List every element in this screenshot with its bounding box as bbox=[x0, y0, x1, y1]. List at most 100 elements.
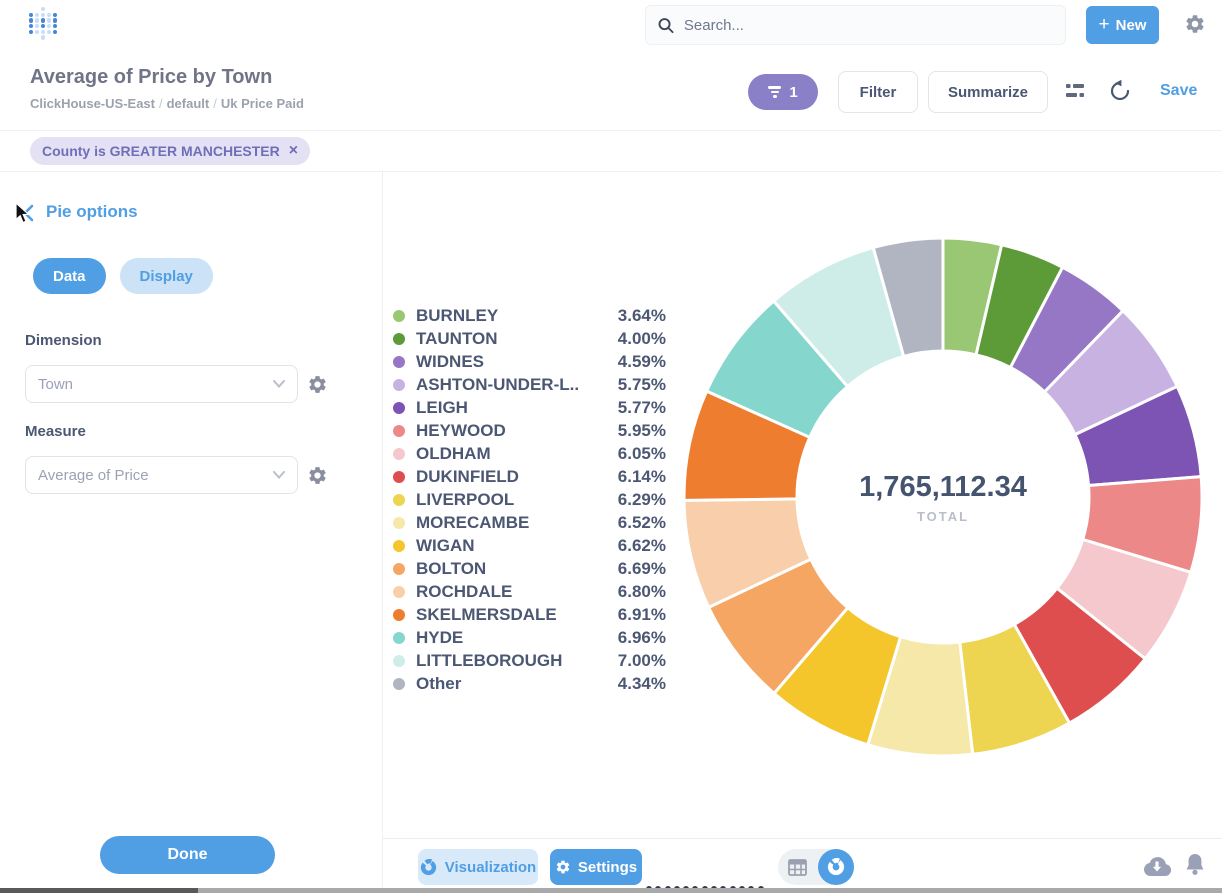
legend-label: ASHTON-UNDER-L.. bbox=[416, 375, 579, 395]
sidebar-title: Pie options bbox=[46, 202, 138, 222]
new-button[interactable]: + New bbox=[1086, 6, 1159, 44]
search-input[interactable] bbox=[684, 17, 1053, 34]
legend-percent: 4.34% bbox=[618, 674, 666, 694]
admin-gear-button[interactable] bbox=[1184, 13, 1206, 35]
dimension-select[interactable]: Town bbox=[25, 365, 298, 403]
gear-icon bbox=[555, 859, 571, 875]
filter-count-badge[interactable]: 1 bbox=[748, 74, 818, 110]
legend-label: LITTLEBOROUGH bbox=[416, 651, 562, 671]
settings-button[interactable]: Settings bbox=[550, 849, 642, 885]
dimension-label: Dimension bbox=[25, 332, 102, 349]
summarize-button[interactable]: Summarize bbox=[928, 71, 1048, 113]
legend-item[interactable]: LEIGH5.77% bbox=[393, 396, 666, 419]
legend-item[interactable]: WIGAN6.62% bbox=[393, 534, 666, 557]
filter-chip[interactable]: County is GREATER MANCHESTER × bbox=[30, 137, 310, 165]
legend-percent: 5.77% bbox=[618, 398, 666, 418]
legend-item[interactable]: LITTLEBOROUGH7.00% bbox=[393, 649, 666, 672]
measure-settings-button[interactable] bbox=[306, 464, 328, 486]
filter-chip-row: County is GREATER MANCHESTER × bbox=[0, 130, 1222, 172]
legend-item[interactable]: WIDNES4.59% bbox=[393, 350, 666, 373]
table-view-button[interactable] bbox=[778, 859, 816, 876]
search-bar[interactable] bbox=[645, 5, 1066, 45]
download-button[interactable] bbox=[1143, 855, 1171, 877]
legend-label: HEYWOOD bbox=[416, 421, 506, 441]
legend-item[interactable]: BOLTON 6.69% bbox=[393, 557, 666, 580]
legend-dot bbox=[393, 402, 405, 414]
legend-item[interactable]: SKELMERSDALE6.91% bbox=[393, 603, 666, 626]
dimension-settings-button[interactable] bbox=[306, 373, 328, 395]
legend-dot bbox=[393, 494, 405, 506]
legend-label: DUKINFIELD bbox=[416, 467, 519, 487]
legend-percent: 6.96% bbox=[618, 628, 666, 648]
legend-item[interactable]: ASHTON-UNDER-L.. 5.75% bbox=[393, 373, 666, 396]
list-icon bbox=[1064, 80, 1086, 102]
done-button[interactable]: Done bbox=[100, 836, 275, 874]
filter-count: 1 bbox=[789, 84, 797, 101]
breadcrumb-database[interactable]: ClickHouse-US-East bbox=[30, 96, 155, 111]
refresh-icon bbox=[1108, 79, 1132, 103]
settings-label: Settings bbox=[578, 859, 637, 876]
tab-data[interactable]: Data bbox=[33, 258, 106, 294]
metabase-logo[interactable] bbox=[28, 7, 58, 43]
legend-dot bbox=[393, 609, 405, 621]
legend-item[interactable]: HYDE 6.96% bbox=[393, 626, 666, 649]
pie-chart-icon bbox=[827, 858, 845, 876]
legend-item[interactable]: DUKINFIELD 6.14% bbox=[393, 465, 666, 488]
legend-dot bbox=[393, 448, 405, 460]
pie-options-sidebar: Pie options Data Display Dimension Town … bbox=[0, 172, 383, 893]
scrollbar-thumb[interactable] bbox=[0, 888, 198, 893]
measure-label: Measure bbox=[25, 423, 86, 440]
legend-item[interactable]: BURNLEY3.64% bbox=[393, 304, 666, 327]
legend-percent: 6.14% bbox=[618, 467, 666, 487]
legend-item[interactable]: OLDHAM 6.05% bbox=[393, 442, 666, 465]
legend-label: Other bbox=[416, 674, 461, 694]
legend-label: WIGAN bbox=[416, 536, 475, 556]
legend-label: TAUNTON bbox=[416, 329, 498, 349]
save-button[interactable]: Save bbox=[1160, 82, 1197, 100]
remove-filter-icon[interactable]: × bbox=[289, 143, 298, 159]
pie-chart[interactable] bbox=[671, 225, 1215, 769]
breadcrumb-schema[interactable]: default bbox=[167, 96, 210, 111]
legend-percent: 6.91% bbox=[618, 605, 666, 625]
notification-bell-button[interactable] bbox=[1184, 852, 1206, 877]
visualization-label: Visualization bbox=[445, 859, 536, 876]
notebook-editor-button[interactable] bbox=[1064, 80, 1086, 102]
legend-item[interactable]: MORECAMBE6.52% bbox=[393, 511, 666, 534]
legend-item[interactable]: TAUNTON4.00% bbox=[393, 327, 666, 350]
pie-view-button[interactable] bbox=[818, 849, 854, 885]
legend-item[interactable]: ROCHDALE6.80% bbox=[393, 580, 666, 603]
legend-label: BURNLEY bbox=[416, 306, 498, 326]
filter-button[interactable]: Filter bbox=[838, 71, 918, 113]
legend-percent: 6.69% bbox=[618, 559, 666, 579]
legend-dot bbox=[393, 563, 405, 575]
legend-dot bbox=[393, 540, 405, 552]
legend-item[interactable]: LIVERPOOL6.29% bbox=[393, 488, 666, 511]
download-cloud-icon bbox=[1143, 855, 1171, 877]
legend-percent: 5.75% bbox=[618, 375, 666, 395]
history-refresh-button[interactable] bbox=[1108, 79, 1132, 103]
measure-value: Average of Price bbox=[38, 467, 149, 484]
gear-icon bbox=[307, 465, 328, 486]
back-button[interactable] bbox=[22, 204, 34, 222]
visualization-button[interactable]: Visualization bbox=[418, 849, 538, 885]
legend-label: HYDE bbox=[416, 628, 463, 648]
legend-item[interactable]: HEYWOOD 5.95% bbox=[393, 419, 666, 442]
legend-percent: 6.05% bbox=[618, 444, 666, 464]
legend-percent: 5.95% bbox=[618, 421, 666, 441]
visualization-type-toggle bbox=[778, 849, 854, 885]
legend-label: BOLTON bbox=[416, 559, 486, 579]
legend-item[interactable]: Other 4.34% bbox=[393, 672, 666, 695]
legend-dot bbox=[393, 471, 405, 483]
tab-display[interactable]: Display bbox=[120, 258, 213, 294]
legend-dot bbox=[393, 586, 405, 598]
measure-select[interactable]: Average of Price bbox=[25, 456, 298, 494]
legend-label: OLDHAM bbox=[416, 444, 491, 464]
horizontal-scrollbar[interactable] bbox=[0, 888, 1222, 893]
dimension-value: Town bbox=[38, 376, 73, 393]
breadcrumb-table[interactable]: Uk Price Paid bbox=[221, 96, 304, 111]
legend-dot bbox=[393, 655, 405, 667]
bell-icon bbox=[1184, 852, 1206, 877]
legend-dot bbox=[393, 678, 405, 690]
legend-dot bbox=[393, 379, 405, 391]
gear-icon bbox=[307, 374, 328, 395]
